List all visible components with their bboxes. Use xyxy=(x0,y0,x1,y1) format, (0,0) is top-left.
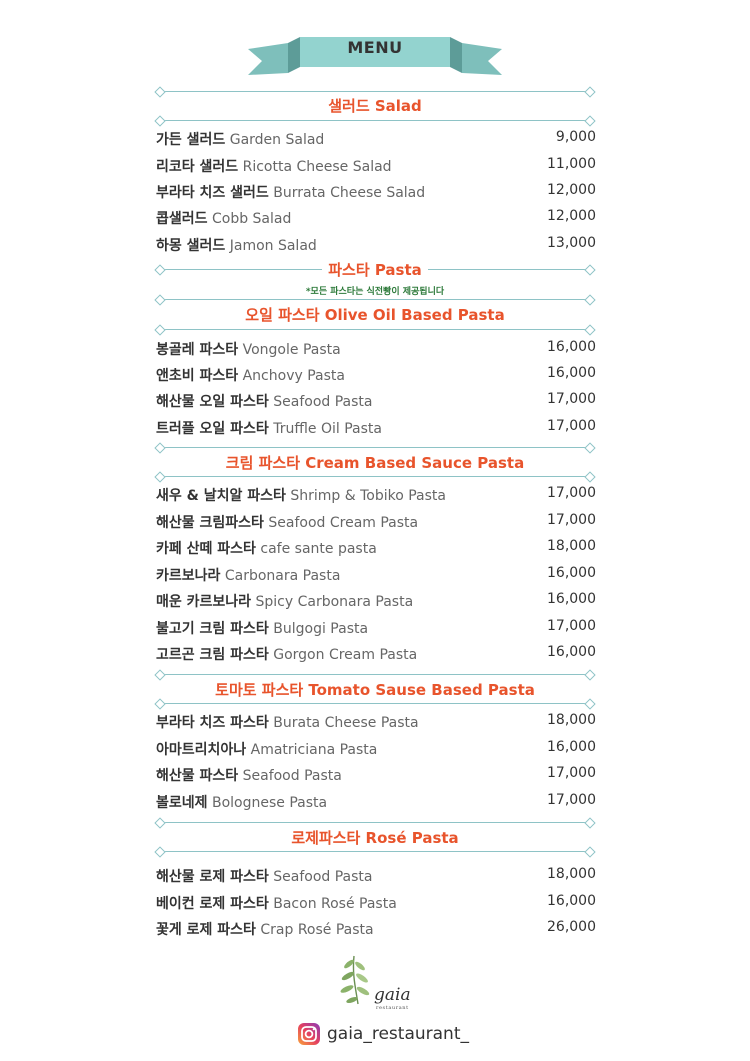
menu-item: 불고기 크림 파스타 Bulgogi Pasta 17,000 xyxy=(156,618,596,637)
price: 16,000 xyxy=(547,365,596,381)
price: 12,000 xyxy=(547,208,596,224)
menu-item: 하몽 샐러드 Jamon Salad 13,000 xyxy=(156,235,596,254)
section-title-tomato: 토마토 파스타 Tomato Sause Based Pasta xyxy=(156,679,594,700)
menu-item: 카르보나라 Carbonara Pasta 16,000 xyxy=(156,565,596,584)
price: 17,000 xyxy=(547,418,596,434)
section-title-cream: 크림 파스타 Cream Based Sauce Pasta xyxy=(156,452,594,473)
menu-item: 새우 & 날치알 파스타 Shrimp & Tobiko Pasta 17,000 xyxy=(156,485,596,504)
section-title-oil: 오일 파스타 Olive Oil Based Pasta xyxy=(156,304,594,325)
instagram-icon xyxy=(298,1023,320,1045)
menu-item: 해산물 오일 파스타 Seafood Pasta 17,000 xyxy=(156,391,596,410)
price: 17,000 xyxy=(547,391,596,407)
divider xyxy=(154,471,596,483)
price: 12,000 xyxy=(547,182,596,198)
section-title-pasta: 파스타 Pasta xyxy=(156,259,594,280)
price: 16,000 xyxy=(547,739,596,755)
menu-item: 트러플 오일 파스타 Truffle Oil Pasta 17,000 xyxy=(156,418,596,437)
menu-item: 꽃게 로제 파스타 Crap Rosé Pasta 26,000 xyxy=(156,919,596,938)
menu-item: 봉골레 파스타 Vongole Pasta 16,000 xyxy=(156,339,596,358)
divider xyxy=(154,294,596,306)
menu-item: 고르곤 크림 파스타 Gorgon Cream Pasta 16,000 xyxy=(156,644,596,663)
menu-item: 앤초비 파스타 Anchovy Pasta 16,000 xyxy=(156,365,596,384)
menu-item: 해산물 크림파스타 Seafood Cream Pasta 17,000 xyxy=(156,512,596,531)
divider xyxy=(154,698,596,710)
divider xyxy=(154,817,596,829)
price: 11,000 xyxy=(547,156,596,172)
price: 16,000 xyxy=(547,893,596,909)
price: 26,000 xyxy=(547,919,596,935)
price: 9,000 xyxy=(555,129,596,145)
menu-item: 베이컨 로제 파스타 Bacon Rosé Pasta 16,000 xyxy=(156,893,596,912)
price: 16,000 xyxy=(547,591,596,607)
instagram-handle: gaia_restaurant_ xyxy=(327,1024,469,1044)
price: 17,000 xyxy=(547,618,596,634)
price: 16,000 xyxy=(547,339,596,355)
menu-item: 부라타 치즈 샐러드 Burrata Cheese Salad 12,000 xyxy=(156,182,596,201)
price: 16,000 xyxy=(547,644,596,660)
instagram-link[interactable]: gaia_restaurant_ xyxy=(297,1021,469,1047)
divider xyxy=(154,324,596,336)
price: 18,000 xyxy=(547,712,596,728)
gaia-logo: gaia restaurant xyxy=(340,955,411,1011)
price: 17,000 xyxy=(547,512,596,528)
menu-item: 매운 카르보나라 Spicy Carbonara Pasta 16,000 xyxy=(156,591,596,610)
section-title-rose: 로제파스타 Rosé Pasta xyxy=(156,827,594,848)
menu-item: 볼로네제 Bolognese Pasta 17,000 xyxy=(156,792,596,811)
menu-title: MENU xyxy=(347,38,403,57)
price: 16,000 xyxy=(547,565,596,581)
price: 17,000 xyxy=(547,765,596,781)
menu-item: 해산물 로제 파스타 Seafood Pasta 18,000 xyxy=(156,866,596,885)
menu-item: 아마트리치아나 Amatriciana Pasta 16,000 xyxy=(156,739,596,758)
menu-item: 해산물 파스타 Seafood Pasta 17,000 xyxy=(156,765,596,784)
menu-item: 카페 산떼 파스타 cafe sante pasta 18,000 xyxy=(156,538,596,557)
menu-item: 콥샐러드 Cobb Salad 12,000 xyxy=(156,208,596,227)
menu-item: 리코타 샐러드 Ricotta Cheese Salad 11,000 xyxy=(156,156,596,175)
section-title-salad: 샐러드 Salad xyxy=(156,95,594,116)
logo-subtitle: restaurant xyxy=(376,1005,409,1011)
logo-wordmark: gaia xyxy=(374,985,411,1005)
price: 18,000 xyxy=(547,866,596,882)
price: 17,000 xyxy=(547,792,596,808)
divider xyxy=(154,669,596,681)
divider xyxy=(154,442,596,454)
menu-item: 가든 샐러드 Garden Salad 9,000 xyxy=(156,129,596,148)
menu-item: 부라타 치즈 파스타 Burata Cheese Pasta 18,000 xyxy=(156,712,596,731)
price: 17,000 xyxy=(547,485,596,501)
divider xyxy=(154,115,596,127)
divider xyxy=(154,846,596,858)
price: 18,000 xyxy=(547,538,596,554)
olive-branch-icon xyxy=(340,955,370,1005)
price: 13,000 xyxy=(547,235,596,251)
